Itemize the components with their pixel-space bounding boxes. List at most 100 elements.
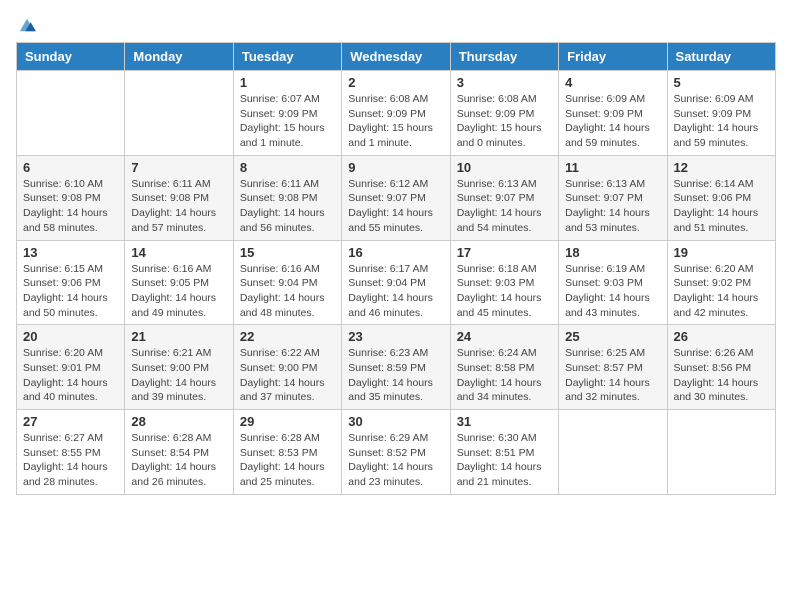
day-number: 27: [23, 414, 118, 429]
day-number: 17: [457, 245, 552, 260]
calendar-cell: 14 Sunrise: 6:16 AM Sunset: 9:05 PM Dayli…: [125, 240, 233, 325]
day-info: Sunrise: 6:29 AM Sunset: 8:52 PM Dayligh…: [348, 431, 443, 490]
calendar-cell: 1 Sunrise: 6:07 AM Sunset: 9:09 PM Daylig…: [233, 71, 341, 156]
calendar-cell: 25Sunrise: 6:25 AM Sunset: 8:57 PM Dayli…: [559, 325, 667, 410]
day-info: Sunrise: 6:10 AM Sunset: 9:08 PM Dayligh…: [23, 177, 118, 236]
calendar-week-row: 13Sunrise: 6:15 AM Sunset: 9:06 PM Dayli…: [17, 240, 776, 325]
calendar-week-row: 6 Sunrise: 6:10 AM Sunset: 9:08 PM Daylig…: [17, 155, 776, 240]
day-info: Sunrise: 6:23 AM Sunset: 8:59 PM Dayligh…: [348, 346, 443, 405]
day-number: 23: [348, 329, 443, 344]
calendar-cell: [559, 410, 667, 495]
day-number: 19: [674, 245, 769, 260]
day-number: 25: [565, 329, 660, 344]
calendar-header-wednesday: Wednesday: [342, 43, 450, 71]
day-info: Sunrise: 6:27 AM Sunset: 8:55 PM Dayligh…: [23, 431, 118, 490]
day-info: Sunrise: 6:26 AM Sunset: 8:56 PM Dayligh…: [674, 346, 769, 405]
day-number: 11: [565, 160, 660, 175]
calendar-cell: 30 Sunrise: 6:29 AM Sunset: 8:52 PM Dayli…: [342, 410, 450, 495]
calendar-header-thursday: Thursday: [450, 43, 558, 71]
day-info: Sunrise: 6:24 AM Sunset: 8:58 PM Dayligh…: [457, 346, 552, 405]
calendar-cell: 5 Sunrise: 6:09 AM Sunset: 9:09 PM Daylig…: [667, 71, 775, 156]
day-number: 2: [348, 75, 443, 90]
calendar-cell: [17, 71, 125, 156]
day-info: Sunrise: 6:28 AM Sunset: 8:53 PM Dayligh…: [240, 431, 335, 490]
day-number: 16: [348, 245, 443, 260]
calendar-cell: 3Sunrise: 6:08 AM Sunset: 9:09 PM Daylig…: [450, 71, 558, 156]
calendar-cell: 12 Sunrise: 6:14 AM Sunset: 9:06 PM Dayli…: [667, 155, 775, 240]
day-number: 4: [565, 75, 660, 90]
calendar-header-sunday: Sunday: [17, 43, 125, 71]
day-info: Sunrise: 6:17 AM Sunset: 9:04 PM Dayligh…: [348, 262, 443, 321]
day-info: Sunrise: 6:09 AM Sunset: 9:09 PM Dayligh…: [674, 92, 769, 151]
calendar-header-friday: Friday: [559, 43, 667, 71]
day-info: Sunrise: 6:19 AM Sunset: 9:03 PM Dayligh…: [565, 262, 660, 321]
day-number: 7: [131, 160, 226, 175]
day-number: 1: [240, 75, 335, 90]
day-number: 30: [348, 414, 443, 429]
calendar-table: SundayMondayTuesdayWednesdayThursdayFrid…: [16, 42, 776, 495]
calendar-cell: 11Sunrise: 6:13 AM Sunset: 9:07 PM Dayli…: [559, 155, 667, 240]
day-info: Sunrise: 6:20 AM Sunset: 9:01 PM Dayligh…: [23, 346, 118, 405]
day-number: 12: [674, 160, 769, 175]
day-number: 29: [240, 414, 335, 429]
calendar-cell: 22 Sunrise: 6:22 AM Sunset: 9:00 PM Dayli…: [233, 325, 341, 410]
day-info: Sunrise: 6:22 AM Sunset: 9:00 PM Dayligh…: [240, 346, 335, 405]
calendar-cell: 7Sunrise: 6:11 AM Sunset: 9:08 PM Daylig…: [125, 155, 233, 240]
day-info: Sunrise: 6:12 AM Sunset: 9:07 PM Dayligh…: [348, 177, 443, 236]
calendar-cell: 9 Sunrise: 6:12 AM Sunset: 9:07 PM Daylig…: [342, 155, 450, 240]
calendar-header-tuesday: Tuesday: [233, 43, 341, 71]
day-number: 22: [240, 329, 335, 344]
calendar-cell: 28Sunrise: 6:28 AM Sunset: 8:54 PM Dayli…: [125, 410, 233, 495]
day-info: Sunrise: 6:18 AM Sunset: 9:03 PM Dayligh…: [457, 262, 552, 321]
day-number: 9: [348, 160, 443, 175]
day-info: Sunrise: 6:09 AM Sunset: 9:09 PM Dayligh…: [565, 92, 660, 151]
day-info: Sunrise: 6:20 AM Sunset: 9:02 PM Dayligh…: [674, 262, 769, 321]
calendar-header-row: SundayMondayTuesdayWednesdayThursdayFrid…: [17, 43, 776, 71]
day-info: Sunrise: 6:30 AM Sunset: 8:51 PM Dayligh…: [457, 431, 552, 490]
page-header: [16, 16, 776, 34]
calendar-cell: 29 Sunrise: 6:28 AM Sunset: 8:53 PM Dayli…: [233, 410, 341, 495]
day-info: Sunrise: 6:16 AM Sunset: 9:05 PM Dayligh…: [131, 262, 226, 321]
day-number: 5: [674, 75, 769, 90]
day-info: Sunrise: 6:28 AM Sunset: 8:54 PM Dayligh…: [131, 431, 226, 490]
day-info: Sunrise: 6:11 AM Sunset: 9:08 PM Dayligh…: [240, 177, 335, 236]
day-number: 6: [23, 160, 118, 175]
calendar-cell: [125, 71, 233, 156]
calendar-header-saturday: Saturday: [667, 43, 775, 71]
calendar-cell: 15 Sunrise: 6:16 AM Sunset: 9:04 PM Dayli…: [233, 240, 341, 325]
calendar-cell: 18 Sunrise: 6:19 AM Sunset: 9:03 PM Dayli…: [559, 240, 667, 325]
calendar-header-monday: Monday: [125, 43, 233, 71]
day-number: 3: [457, 75, 552, 90]
day-info: Sunrise: 6:07 AM Sunset: 9:09 PM Dayligh…: [240, 92, 335, 151]
logo: [16, 16, 36, 34]
day-number: 31: [457, 414, 552, 429]
day-number: 14: [131, 245, 226, 260]
calendar-cell: 4 Sunrise: 6:09 AM Sunset: 9:09 PM Daylig…: [559, 71, 667, 156]
day-info: Sunrise: 6:15 AM Sunset: 9:06 PM Dayligh…: [23, 262, 118, 321]
day-number: 21: [131, 329, 226, 344]
calendar-cell: 16 Sunrise: 6:17 AM Sunset: 9:04 PM Dayli…: [342, 240, 450, 325]
day-number: 20: [23, 329, 118, 344]
calendar-cell: 13Sunrise: 6:15 AM Sunset: 9:06 PM Dayli…: [17, 240, 125, 325]
calendar-week-row: 20 Sunrise: 6:20 AM Sunset: 9:01 PM Dayli…: [17, 325, 776, 410]
day-number: 26: [674, 329, 769, 344]
day-info: Sunrise: 6:13 AM Sunset: 9:07 PM Dayligh…: [457, 177, 552, 236]
day-info: Sunrise: 6:21 AM Sunset: 9:00 PM Dayligh…: [131, 346, 226, 405]
calendar-cell: 19 Sunrise: 6:20 AM Sunset: 9:02 PM Dayli…: [667, 240, 775, 325]
calendar-week-row: 1 Sunrise: 6:07 AM Sunset: 9:09 PM Daylig…: [17, 71, 776, 156]
calendar-cell: 20 Sunrise: 6:20 AM Sunset: 9:01 PM Dayli…: [17, 325, 125, 410]
calendar-cell: 27 Sunrise: 6:27 AM Sunset: 8:55 PM Dayli…: [17, 410, 125, 495]
calendar-cell: 21 Sunrise: 6:21 AM Sunset: 9:00 PM Dayli…: [125, 325, 233, 410]
calendar-cell: 2 Sunrise: 6:08 AM Sunset: 9:09 PM Daylig…: [342, 71, 450, 156]
calendar-cell: 31 Sunrise: 6:30 AM Sunset: 8:51 PM Dayli…: [450, 410, 558, 495]
calendar-cell: 8Sunrise: 6:11 AM Sunset: 9:08 PM Daylig…: [233, 155, 341, 240]
day-number: 18: [565, 245, 660, 260]
day-info: Sunrise: 6:08 AM Sunset: 9:09 PM Dayligh…: [348, 92, 443, 151]
day-number: 24: [457, 329, 552, 344]
day-info: Sunrise: 6:14 AM Sunset: 9:06 PM Dayligh…: [674, 177, 769, 236]
calendar-cell: [667, 410, 775, 495]
day-number: 15: [240, 245, 335, 260]
calendar-cell: 26 Sunrise: 6:26 AM Sunset: 8:56 PM Dayli…: [667, 325, 775, 410]
day-info: Sunrise: 6:16 AM Sunset: 9:04 PM Dayligh…: [240, 262, 335, 321]
calendar-cell: 17 Sunrise: 6:18 AM Sunset: 9:03 PM Dayli…: [450, 240, 558, 325]
